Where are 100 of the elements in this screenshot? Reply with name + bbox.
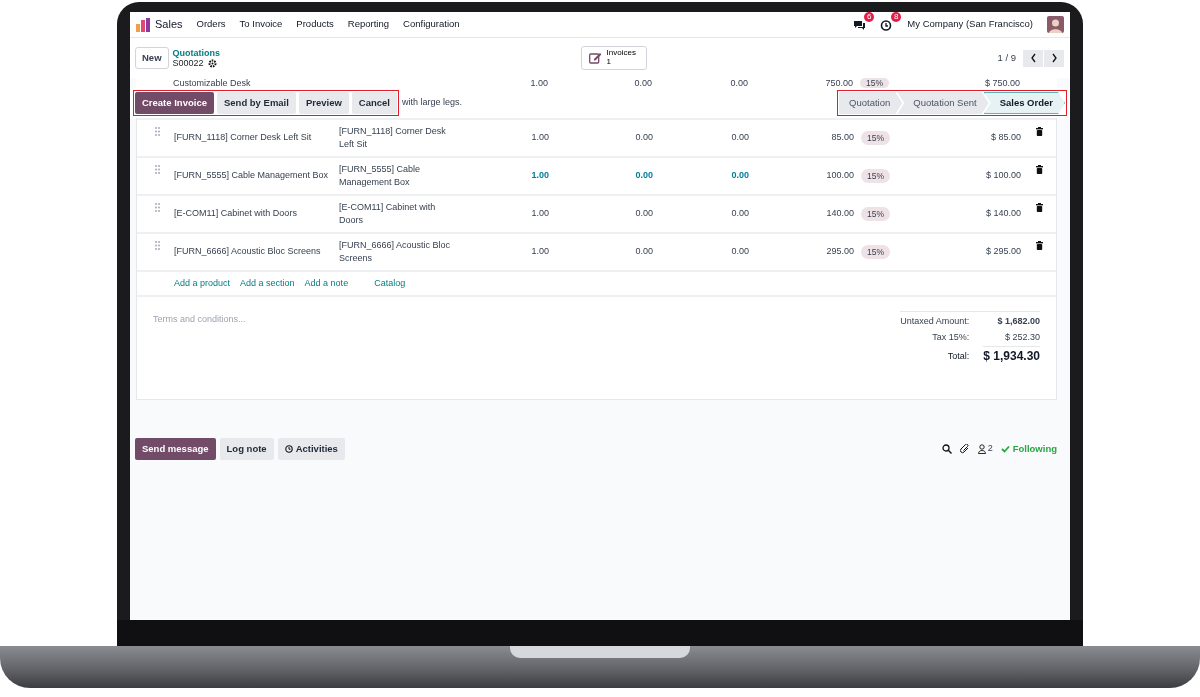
avatar-icon[interactable] (1047, 16, 1064, 33)
menu-item[interactable]: Reporting (347, 17, 390, 32)
subtotal-cell-text: $ 100.00 (984, 169, 1021, 183)
numeric-cell-text: 0.00 (729, 78, 748, 88)
product-description: [FURN_1118] Corner Desk Left Sit (339, 124, 447, 151)
drag-handle-icon[interactable] (155, 165, 160, 174)
numeric-cell-text: 0.00 (633, 78, 652, 88)
subtotal-cell-text: $ 140.00 (984, 207, 1021, 221)
action-button[interactable]: Cancel (351, 91, 397, 115)
clock-icon (284, 445, 293, 454)
trash-icon[interactable] (1036, 127, 1043, 136)
check-icon (1000, 445, 1010, 454)
numeric-cell-text: 0.00 (634, 169, 653, 183)
person-icon (977, 444, 986, 455)
chatter-button[interactable]: Log note (219, 438, 274, 461)
product-name: [FURN_1118] Corner Desk Left Sit (174, 131, 313, 145)
add-link[interactable]: Add a section (240, 276, 295, 291)
numeric-cell-text: 1.00 (530, 207, 549, 221)
tax-tag: 15% (861, 206, 890, 222)
status-stage[interactable]: Quotation (839, 91, 903, 115)
status-stage[interactable]: Quotation Sent (897, 91, 989, 115)
add-link[interactable]: Catalog (374, 276, 406, 291)
numeric-cell-text: 0.00 (730, 207, 749, 221)
total-value: $ 252.30 (1003, 330, 1040, 344)
numeric-cell-text: 1.00 (530, 169, 549, 183)
action-button[interactable]: Create Invoice (135, 91, 214, 115)
total-value: $ 1,682.00 (996, 315, 1040, 328)
subtotal-cell-text: $ 295.00 (984, 245, 1021, 259)
total-label: Total: (946, 350, 970, 363)
clock-icon[interactable] (880, 18, 894, 31)
total-label: Tax 15%: (931, 330, 970, 344)
pager-value: 1 / 9 (997, 50, 1016, 65)
product-description: [E-COM11] Cabinet with Doors (339, 200, 437, 227)
subtotal-cell-text: $ 85.00 (989, 131, 1021, 145)
tax-tag: 15% (860, 78, 889, 88)
tax-tag: 15% (861, 244, 890, 260)
new-button[interactable]: New (135, 46, 169, 70)
unit-price-cell-text: 85.00 (830, 131, 854, 145)
product-name: [FURN_5555] Cable Management Box (174, 169, 330, 183)
numeric-cell-text: 0.00 (730, 131, 749, 145)
drag-handle-icon[interactable] (155, 127, 160, 136)
product-name: Customizable Desk (173, 78, 252, 88)
numeric-cell-text: 750.00 (824, 78, 853, 88)
chatter-button[interactable]: Activities (277, 438, 345, 461)
action-button[interactable]: Send by Email (216, 91, 296, 115)
edit-icon (588, 52, 602, 64)
product-description: [FURN_6666] Acoustic Bloc Screens (339, 238, 452, 265)
drag-handle-icon[interactable] (155, 241, 160, 250)
menu-item[interactable]: Orders (196, 17, 226, 32)
record-name: S00022 (172, 58, 204, 69)
unit-price-cell-text: 100.00 (825, 169, 854, 183)
add-link[interactable]: Add a note (304, 276, 349, 291)
product-name: [FURN_6666] Acoustic Bloc Screens (174, 245, 322, 259)
trash-icon[interactable] (1036, 203, 1043, 212)
follower-count: 2 (987, 442, 993, 456)
notification-badge: 6 (863, 12, 875, 22)
followers-button[interactable]: 2 (977, 442, 993, 456)
total-label: Untaxed Amount: (900, 315, 970, 328)
add-link[interactable]: Add a product (174, 276, 231, 291)
unit-price-cell-text: 140.00 (825, 207, 854, 221)
trash-icon[interactable] (1036, 165, 1043, 174)
product-description: with large legs. (401, 96, 462, 110)
drag-handle-icon[interactable] (155, 203, 160, 212)
action-button[interactable]: Preview (298, 91, 349, 115)
tax-tag: 15% (861, 130, 890, 146)
smart-button-label: Invoices (606, 49, 636, 58)
menu-item[interactable]: Configuration (403, 17, 460, 32)
numeric-cell-text: 1.00 (530, 245, 549, 259)
trash-icon[interactable] (1036, 241, 1043, 250)
tax-tag: 15% (861, 168, 890, 184)
breadcrumb-link[interactable]: Quotations (172, 47, 221, 58)
total-value: $ 1,934.30 (983, 346, 1040, 365)
previous-button[interactable] (1023, 49, 1043, 67)
status-stage[interactable]: Sales Order (983, 91, 1065, 115)
unit-price-cell-text: 295.00 (825, 245, 854, 259)
chat-icon[interactable] (853, 18, 867, 31)
chatter-button[interactable]: Send message (135, 438, 216, 461)
app-logo-icon (136, 17, 150, 32)
numeric-cell-text: 0.00 (730, 169, 749, 183)
numeric-cell-text: 1.00 (529, 78, 548, 88)
smart-button-count: 1 (606, 58, 613, 67)
product-name: [E-COM11] Cabinet with Doors (174, 207, 298, 221)
paperclip-icon[interactable] (959, 444, 970, 455)
numeric-cell-text: 0.00 (634, 207, 653, 221)
numeric-cell-text: 1.00 (530, 131, 549, 145)
following-label: Following (1012, 442, 1057, 456)
app-name[interactable]: Sales (155, 16, 183, 33)
product-description: [FURN_5555] Cable Management Box (339, 162, 422, 189)
menu-item[interactable]: To Invoice (239, 17, 283, 32)
menu-item[interactable]: Products (296, 17, 334, 32)
numeric-cell-text: 0.00 (730, 245, 749, 259)
next-button[interactable] (1044, 49, 1064, 67)
search-icon[interactable] (941, 444, 952, 455)
numeric-cell-text: 0.00 (634, 131, 653, 145)
subtotal-cell-text: $ 750.00 (983, 78, 1020, 88)
notification-badge: 8 (890, 12, 902, 22)
settings-icon[interactable] (207, 58, 217, 68)
invoices-smart-button[interactable]: Invoices 1 (580, 46, 647, 70)
numeric-cell-text: 0.00 (634, 245, 653, 259)
company-name[interactable]: My Company (San Francisco) (907, 17, 1033, 32)
